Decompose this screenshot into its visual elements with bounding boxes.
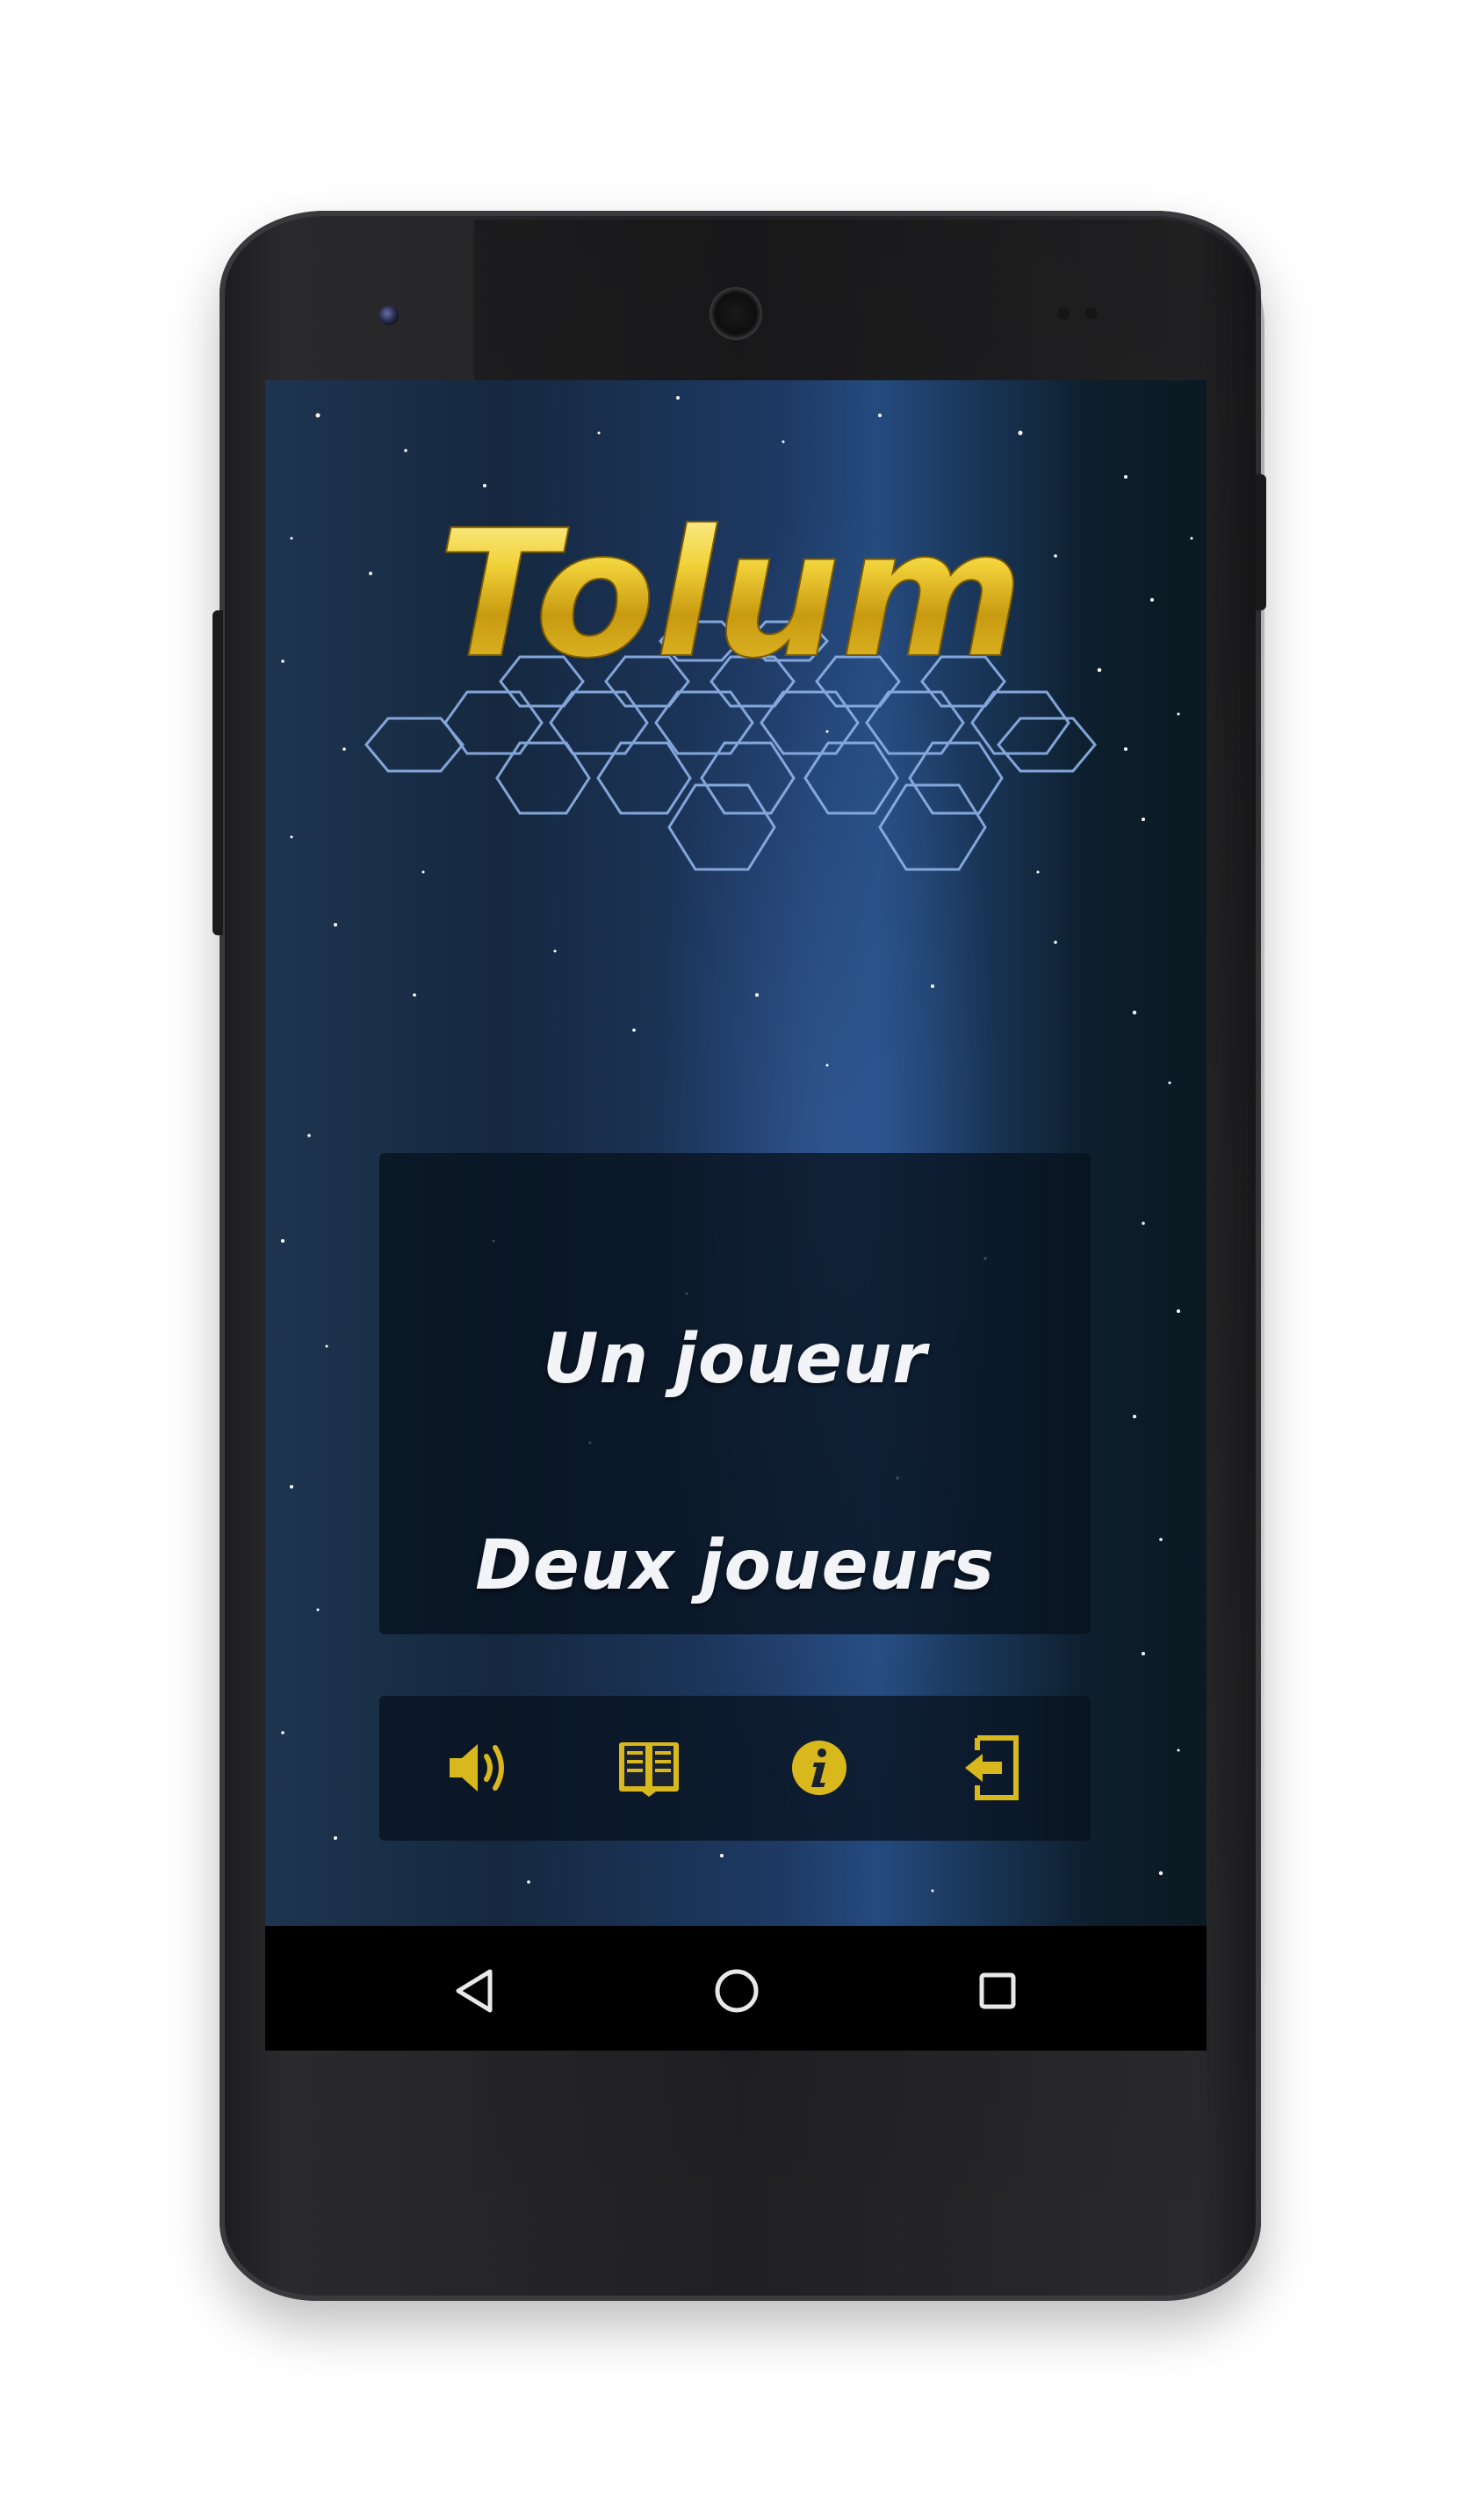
screen: Tolum Un joueur Deux joueurs — [265, 380, 1207, 2051]
recents-square-icon — [979, 1972, 1016, 2009]
earpiece-speaker — [710, 287, 762, 340]
nav-back-button[interactable] — [441, 1956, 511, 2026]
speaker-icon — [450, 1744, 504, 1792]
logo-title: Tolum — [437, 508, 1023, 697]
single-player-button[interactable]: Un joueur — [379, 1320, 1091, 1399]
home-circle-icon — [715, 1969, 759, 2013]
bottom-toolbar — [379, 1696, 1091, 1841]
info-button[interactable] — [782, 1731, 856, 1805]
android-navigation-bar — [265, 1926, 1207, 2051]
back-triangle-icon — [456, 1969, 493, 2013]
volume-button — [213, 610, 223, 935]
two-players-button[interactable]: Deux joueurs — [379, 1526, 1091, 1605]
proximity-sensor — [1057, 307, 1070, 320]
game-main-menu: Tolum Un joueur Deux joueurs — [265, 380, 1207, 1926]
sound-toggle-button[interactable] — [443, 1731, 516, 1805]
exit-icon — [965, 1735, 1019, 1800]
tolum-logo: Tolum — [364, 508, 1097, 871]
front-camera — [379, 306, 399, 325]
exit-button[interactable] — [955, 1731, 1029, 1805]
power-button — [1256, 474, 1266, 610]
info-icon — [792, 1741, 846, 1795]
nav-recents-button[interactable] — [962, 1956, 1033, 2026]
nav-home-button[interactable] — [702, 1956, 772, 2026]
rules-button[interactable] — [612, 1731, 686, 1805]
main-menu-panel: Un joueur Deux joueurs — [379, 1153, 1091, 1634]
book-icon — [619, 1742, 679, 1797]
light-sensor — [1085, 307, 1098, 320]
